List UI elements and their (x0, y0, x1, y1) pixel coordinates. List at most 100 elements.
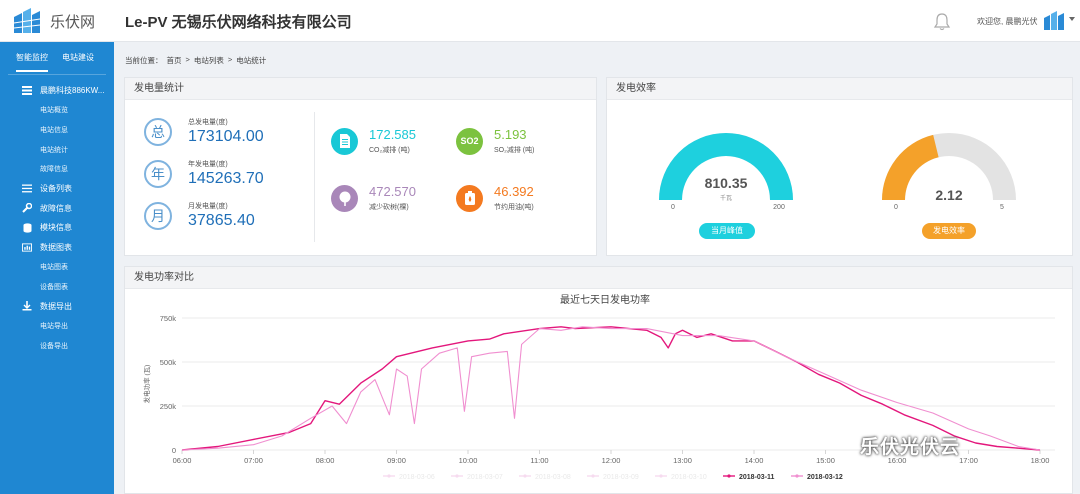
sidebar-sub-device-export[interactable]: 设备导出 (0, 336, 114, 356)
x-tick-label: 11:00 (530, 456, 548, 465)
legend-item: 2018-03-10 (671, 474, 707, 481)
tab-monitoring[interactable]: 智能监控 (16, 48, 48, 72)
breadcrumb-prefix: 当前位置： (125, 56, 163, 65)
x-tick-label: 06:00 (173, 456, 192, 465)
sidebar-item-label: 故障信息 (40, 203, 72, 213)
x-tick-label: 08:00 (316, 456, 335, 465)
x-tick-label: 09:00 (387, 456, 406, 465)
env-value: 172.585 (369, 127, 416, 142)
x-tick-label: 18:00 (1031, 456, 1050, 465)
logo[interactable]: 乐伏网 (0, 0, 114, 42)
gauge-peak: 810.35 千瓦 0 200 (659, 132, 793, 211)
env-so2: SO2 5.193 SO₂减排 (吨) (456, 127, 534, 155)
x-tick-label: 14:00 (745, 456, 764, 465)
sidebar-item-label: 设备列表 (40, 184, 72, 194)
breadcrumb-separator: > (227, 55, 233, 64)
x-tick-label: 12:00 (602, 456, 621, 465)
sidebar-item-modules[interactable]: 模块信息 (0, 218, 114, 238)
sidebar-sub-overview[interactable]: 电站概览 (0, 101, 114, 121)
gauge-value: 810.35 (705, 175, 748, 191)
legend-marker (591, 474, 595, 478)
env-label: 减少砍树(棵) (369, 204, 409, 211)
gauge-max: 200 (773, 204, 785, 211)
env-value: 46.392 (494, 184, 534, 199)
y-axis-label: 发电功率 (瓦) (142, 365, 151, 404)
gauge-pill-peak: 当月峰值 (699, 223, 755, 239)
env-co2: 172.585 CO₂减排 (吨) (331, 127, 416, 155)
sidebar: 智能监控 电站建设 晨鹏科技886KW... 电站概览 电站信息 电站统计 故障… (0, 42, 114, 494)
sidebar-item-label: 模块信息 (40, 223, 72, 233)
x-tick-label: 10:00 (459, 456, 478, 465)
stat-month: 月 月发电量(度) 37865.40 (144, 201, 255, 230)
company-name: Le-PV 无锡乐伏网络科技有限公司 (125, 14, 352, 31)
breadcrumb-separator: > (185, 55, 190, 64)
chevron-down-icon[interactable] (1069, 17, 1075, 21)
tree-icon (331, 184, 358, 212)
legend-item: 2018-03-06 (399, 474, 435, 481)
sidebar-item-export[interactable]: 数据导出 (0, 297, 114, 317)
legend-marker (659, 474, 663, 478)
database-icon (22, 223, 32, 233)
stat-label: 年发电量(度) (188, 161, 228, 168)
gauge-value: 2.12 (935, 187, 962, 203)
legend-item: 2018-03-09 (603, 474, 639, 481)
sidebar-item-faults[interactable]: 故障信息 (0, 199, 114, 219)
month-icon: 月 (144, 201, 172, 230)
sidebar-divider (8, 74, 106, 75)
power-chart: 最近七天日发电功率 0 250k 500k 750k 发电功率 (瓦) 06:00 07:00… (142, 293, 1055, 481)
stat-total: 总 总发电量(度) 173104.00 (144, 117, 264, 146)
tab-construction[interactable]: 电站建设 (62, 48, 94, 67)
sidebar-sub-info[interactable]: 电站信息 (0, 120, 114, 140)
oil-icon (456, 184, 483, 212)
sidebar-sub-device-charts[interactable]: 设备图表 (0, 277, 114, 297)
sidebar-tabs: 智能监控 电站建设 (0, 42, 114, 72)
sidebar-item-station[interactable]: 晨鹏科技886KW... (0, 81, 114, 101)
legend-item: 2018-03-07 (467, 474, 503, 481)
app-name: 乐伏网 (50, 13, 96, 31)
welcome-text: 欢迎您, 晨鹏光伏 (977, 17, 1038, 26)
panel-title: 发电效率 (607, 78, 1072, 100)
env-oil: 46.392 节约用油(吨) (456, 184, 534, 212)
sidebar-sub-station-export[interactable]: 电站导出 (0, 316, 114, 336)
x-tick-label: 17:00 (959, 456, 978, 465)
year-icon: 年 (144, 159, 172, 188)
gauge-min: 0 (894, 204, 898, 211)
sidebar-sub-station-charts[interactable]: 电站图表 (0, 257, 114, 277)
gauge-unit: 千瓦 (720, 194, 732, 202)
sidebar-sub-faults[interactable]: 故障信息 (0, 159, 114, 179)
stat-value: 145263.70 (188, 170, 264, 187)
sidebar-item-devices[interactable]: 设备列表 (0, 179, 114, 199)
document-icon (331, 127, 358, 155)
divider (314, 112, 315, 242)
gauge-min: 0 (671, 204, 675, 211)
x-tick-label: 13:00 (673, 456, 692, 465)
gauge-efficiency: 2.12 0 5 (882, 132, 1016, 211)
chart-icon (22, 243, 32, 253)
legend-item: 2018-03-12 (807, 474, 843, 481)
stat-label: 总发电量(度) (188, 119, 228, 126)
menu-icon (22, 184, 32, 194)
legend-item: 2018-03-08 (535, 474, 571, 481)
stat-year: 年 年发电量(度) 145263.70 (144, 159, 264, 188)
legend-marker (727, 474, 731, 478)
breadcrumb-station-list[interactable]: 电站列表 (194, 55, 224, 66)
legend-marker (795, 474, 799, 478)
env-label: CO₂减排 (吨) (369, 147, 410, 154)
avatar[interactable] (1042, 10, 1066, 32)
gauge-max: 5 (1000, 204, 1004, 211)
panel-title: 发电量统计 (125, 78, 596, 100)
so2-icon: SO2 (456, 127, 483, 155)
legend-marker (523, 474, 527, 478)
env-tree: 472.570 减少砍树(棵) (331, 184, 416, 212)
stat-label: 月发电量(度) (188, 203, 228, 210)
breadcrumb-home[interactable]: 首页 (167, 55, 182, 66)
breadcrumb: 当前位置： 首页 > 电站列表 > 电站统计 (125, 55, 266, 66)
env-label: SO₂减排 (吨) (494, 147, 535, 154)
sidebar-item-label: 数据导出 (40, 301, 72, 311)
logo-icon (13, 8, 41, 33)
sidebar-item-charts[interactable]: 数据图表 (0, 238, 114, 258)
x-tick-label: 15:00 (816, 456, 835, 465)
bell-icon[interactable] (932, 12, 952, 32)
sidebar-sub-statistics[interactable]: 电站统计 (0, 140, 114, 160)
sidebar-item-label: 数据图表 (40, 243, 72, 253)
